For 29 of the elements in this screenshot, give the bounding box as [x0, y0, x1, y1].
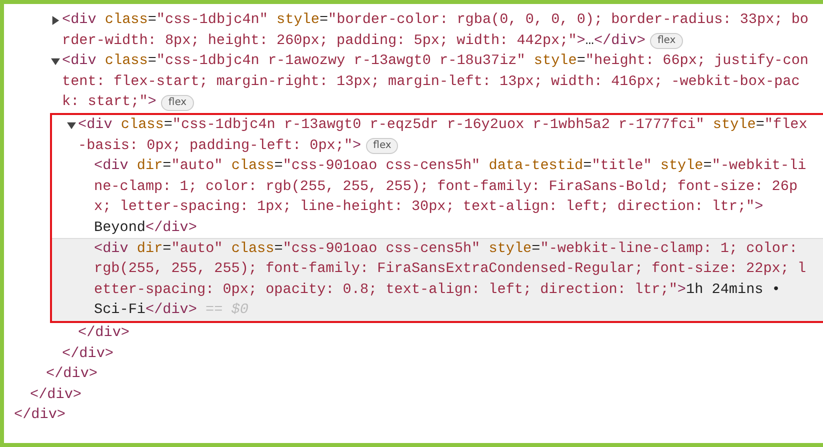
- code-line: tent: flex-start; margin-right: 13px; margin-left: 13px; width: 416px; -webkit-box-pac: [62, 72, 800, 92]
- code-line: x; letter-spacing: 1px; line-height: 30px; text-align: left; direction: ltr;">: [94, 198, 764, 218]
- expand-arrow-icon[interactable]: [51, 16, 60, 25]
- code-line: rder-width: 8px; height: 260px; padding: 5px; width: 442px;">…</div>: [62, 32, 646, 51]
- code-line: <div class="css-1dbjc4n" style="border-color: rgba(0, 0, 0, 0); border-radius: 33px; bo: [62, 11, 808, 30]
- code-line: ne-clamp: 1; color: rgb(255, 255, 255); font-family: FiraSans-Bold; font-size: 26p: [94, 178, 798, 197]
- code-line: k: start;">: [62, 93, 156, 112]
- closing-tag: </div>: [78, 322, 130, 344]
- code-line: etter-spacing: 0px; opacity: 0.8; text-align: left; direction: ltr;">1h 24mins •: [94, 280, 780, 300]
- dom-node[interactable]: <div class="css-1dbjc4n r-1awozwy r-13awgt0 r-18u37iz" style="height: 66px; justify-con tent: flex-start; margin-right: 13px; margin-left: 13px; width: 416px; -webkit-box-pac k: start;"> flex: [4, 51, 823, 113]
- closing-tag: </div>: [62, 344, 114, 364]
- dom-node[interactable]: [52, 238, 823, 321]
- flex-badge[interactable]: flex: [161, 94, 194, 111]
- flex-badge[interactable]: flex: [366, 138, 398, 154]
- dom-node[interactable]: <div class="css-1dbjc4n" style="border-color: rgba(0, 0, 0, 0); border-radius: 33px; bo rder-width: 8px; height: 260px; padding: 5px; width: 442px;">…</div> flex: [4, 10, 823, 52]
- code-line: <div class="css-1dbjc4n r-1awozwy r-13awgt0 r-18u37iz" style="height: 66px; justify-con: [62, 52, 808, 72]
- flex-badge[interactable]: flex: [650, 32, 683, 49]
- closing-tag: </div>: [30, 384, 82, 406]
- code-line: rgb(255, 255, 255); font-family: FiraSansExtraCondensed-Regular; font-size: 22px; l: [94, 260, 806, 280]
- code-line: -basis: 0px; padding-left: 0px;">: [78, 136, 362, 156]
- closing-tag: </div>: [14, 405, 66, 426]
- code-line: <div dir="auto" class="css-901oao css-cens5h" style="-webkit-line-clamp: 1; color:: [94, 240, 798, 259]
- collapse-arrow-icon[interactable]: [51, 56, 60, 66]
- code-line: <div dir="auto" class="css-901oao css-cens5h" data-testid="title" style="-webkit-li: [94, 157, 806, 176]
- code-line: <div class="css-1dbjc4n r-13awgt0 r-eqz5dr r-16y2uox r-1wbh5a2 r-1777fci" style="flex: [78, 116, 808, 135]
- code-line: Beyond</div>: [94, 218, 197, 238]
- dom-node[interactable]: <div class="css-1dbjc4n r-13awgt0 r-eqz5dr r-16y2uox r-1wbh5a2 r-1777fci" style="flex -basis: 0px; padding-left: 0px;"> flex: [52, 114, 823, 156]
- closing-tag: </div>: [46, 364, 98, 385]
- collapse-arrow-icon[interactable]: [67, 120, 76, 130]
